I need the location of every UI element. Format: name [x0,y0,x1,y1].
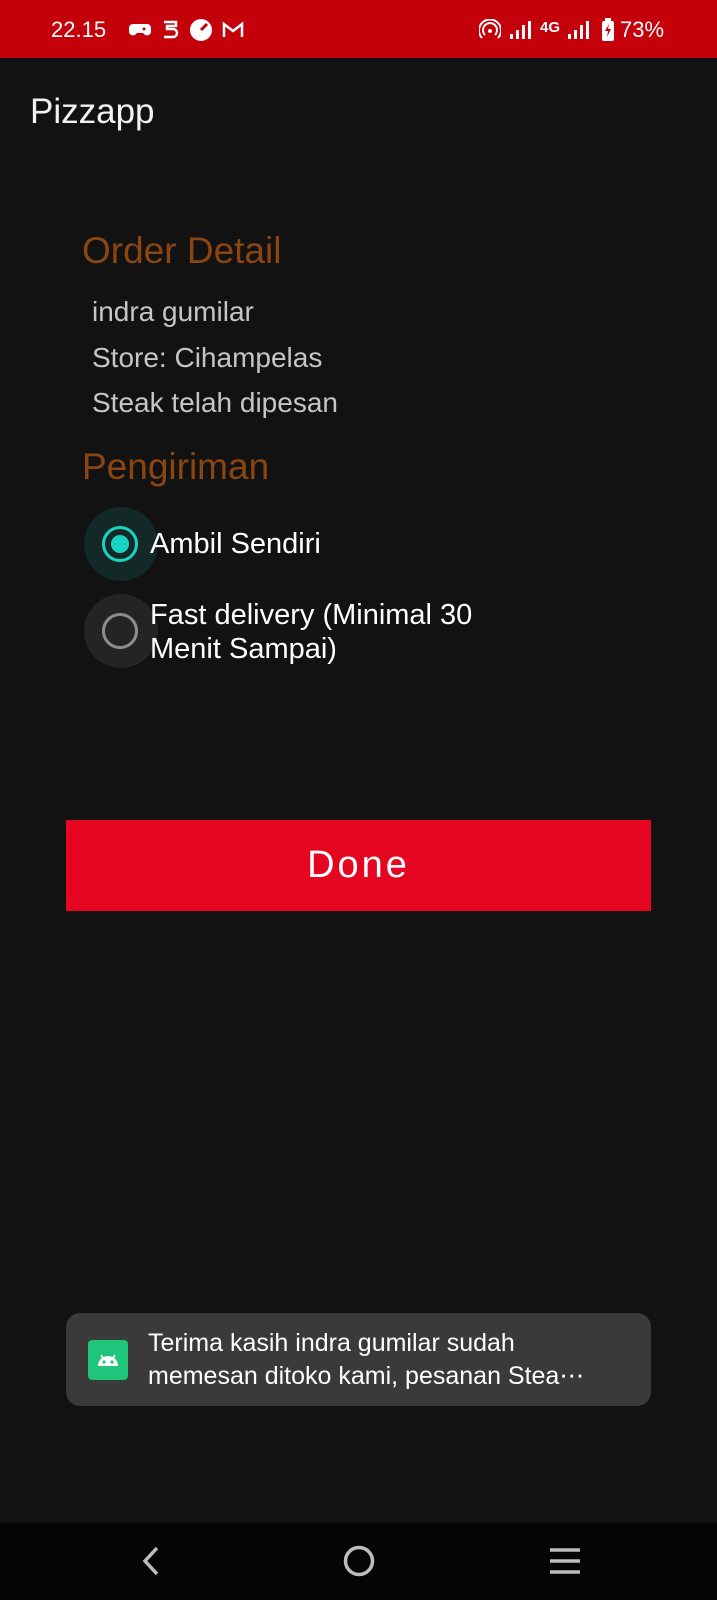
radio-ambil-sendiri[interactable]: Ambil Sendiri [84,507,604,581]
speedometer-icon [189,18,213,42]
status-time: 22.15 [51,17,107,42]
toast-line2: memesan ditoko kami, pesanan Stea⋯ [148,1362,585,1390]
home-icon[interactable] [339,1541,379,1581]
radio-label-line1: Fast delivery (Minimal 30 [150,599,473,631]
radio-label-fast-delivery: Fast delivery (Minimal 30 Menit Sampai) [150,598,472,666]
toast-text: Terima kasih indra gumilar sudah memesan… [148,1327,638,1393]
back-icon[interactable] [131,1541,171,1581]
battery-percent: 73% [620,17,665,42]
navigation-bar [0,1523,717,1600]
shipping-title: Pengiriman [82,446,270,487]
done-button[interactable]: Done [66,820,651,911]
radio-label-ambil-sendiri: Ambil Sendiri [150,528,321,560]
recents-icon[interactable] [545,1541,585,1581]
order-item: Steak telah dipesan [92,387,338,418]
status-bar: 22.15 4G 73% [0,0,717,58]
battery-charging-icon [596,18,620,42]
radio-button-checked[interactable] [102,526,138,562]
radio-button-unchecked[interactable] [102,613,138,649]
signal-icon [508,18,532,42]
android-icon [88,1340,128,1380]
order-detail-title: Order Detail [82,230,282,271]
radio-fast-delivery[interactable]: Fast delivery (Minimal 30 Menit Sampai) [84,594,604,672]
app-title: Pizzapp [30,92,155,131]
toast-message: Terima kasih indra gumilar sudah memesan… [66,1313,651,1406]
gmail-icon [221,18,245,42]
customer-name: indra gumilar [92,296,254,327]
app-5-icon [158,18,182,42]
store-name: Store: Cihampelas [92,342,323,373]
radio-label-line2: Menit Sampai) [150,633,337,665]
signal-4g-icon [566,18,590,42]
hotspot-icon [478,18,502,42]
toast-line1: Terima kasih indra gumilar sudah [148,1329,515,1357]
network-type: 4G [540,19,561,36]
game-controller-icon [128,18,152,42]
